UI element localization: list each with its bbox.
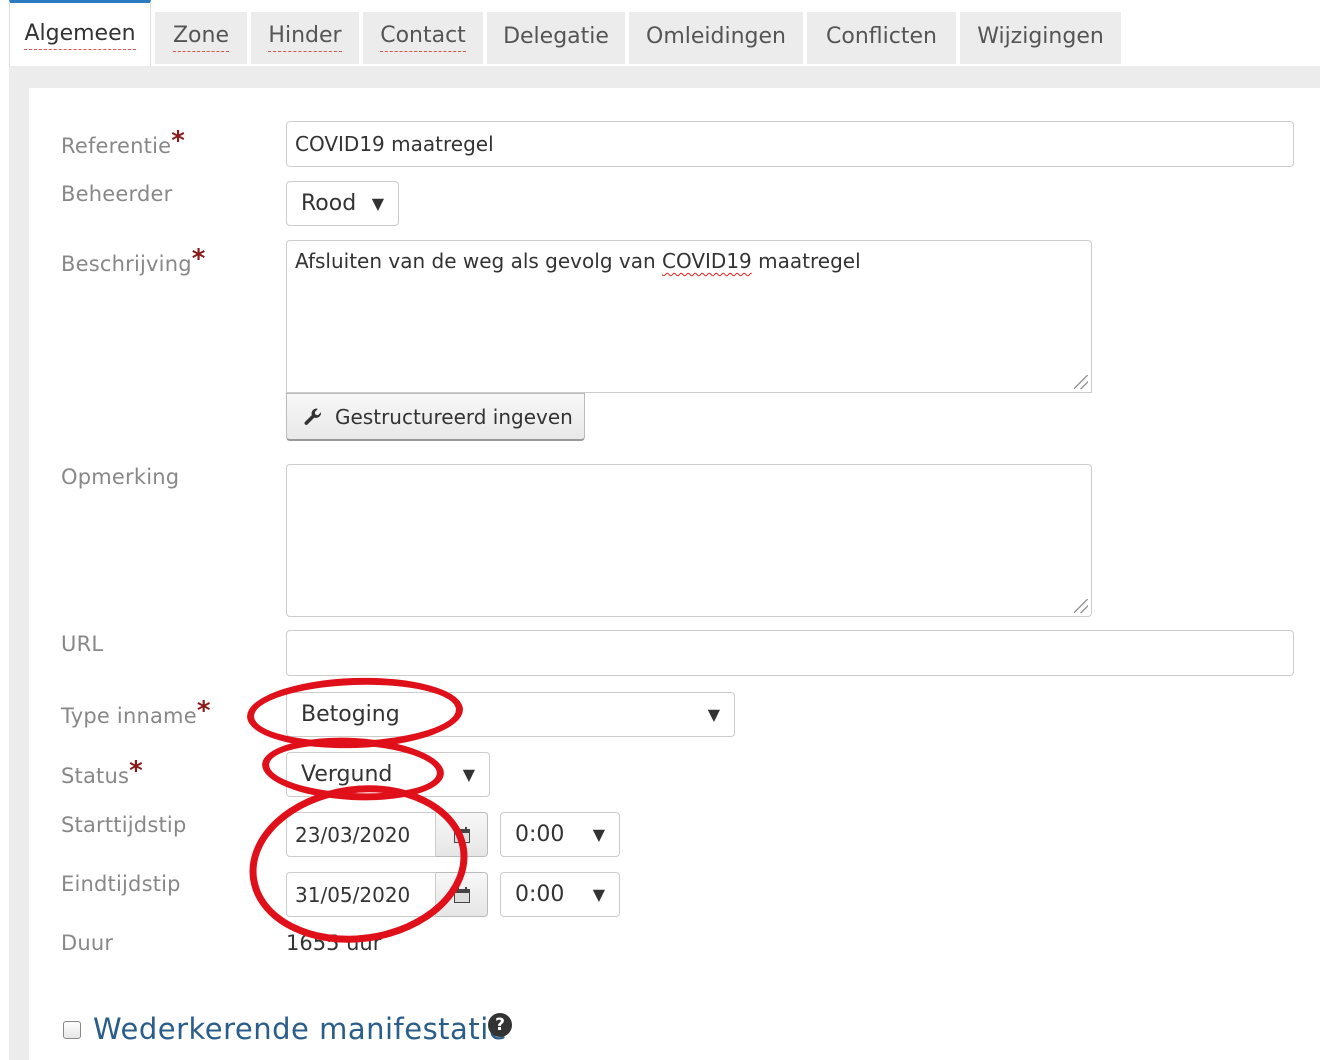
beschrijving-textarea[interactable]: Afsluiten van de weg als gevolg van COVI… <box>286 240 1092 393</box>
referentie-input[interactable]: COVID19 maatregel <box>286 121 1294 167</box>
beschrijving-label: Beschrijving* <box>61 244 206 276</box>
chevron-down-icon: ▼ <box>592 885 605 904</box>
chevron-down-icon: ▼ <box>592 825 605 844</box>
resize-handle-icon[interactable] <box>1074 599 1088 613</box>
resize-handle-icon[interactable] <box>1074 375 1088 389</box>
tab-strip-background <box>9 66 1320 88</box>
required-asterisk: * <box>191 244 206 274</box>
question-circle-icon[interactable]: ? <box>488 1013 512 1037</box>
tab-zone[interactable]: Zone <box>155 12 247 64</box>
chevron-down-icon: ▼ <box>462 765 475 784</box>
wederkerende-checkbox[interactable] <box>63 1021 81 1039</box>
end-time-select[interactable]: 0:00 ▼ <box>500 872 620 917</box>
referentie-label: Referentie* <box>61 126 186 158</box>
tab-contact[interactable]: Contact <box>363 12 483 64</box>
start-calendar-button[interactable] <box>436 812 488 857</box>
end-date-input[interactable]: 31/05/2020 <box>286 872 436 917</box>
tab-delegatie[interactable]: Delegatie <box>487 12 625 64</box>
gestructureerd-ingeven-button[interactable]: Gestructureerd ingeven <box>286 393 585 441</box>
start-time-select[interactable]: 0:00 ▼ <box>500 812 620 857</box>
starttijdstip-label: Starttijdstip <box>61 813 187 837</box>
wederkerende-title: Wederkerende manifestatie <box>93 1012 508 1046</box>
tab-algemeen[interactable]: Algemeen <box>9 0 151 66</box>
beheerder-label: Beheerder <box>61 182 173 206</box>
calendar-icon <box>453 886 470 903</box>
tab-hinder[interactable]: Hinder <box>251 12 359 64</box>
end-calendar-button[interactable] <box>436 872 488 917</box>
type-inname-select[interactable]: Betoging ▼ <box>286 692 735 737</box>
calendar-icon <box>453 826 470 843</box>
duur-label: Duur <box>61 931 114 955</box>
url-label: URL <box>61 632 104 656</box>
opmerking-textarea[interactable] <box>286 464 1092 617</box>
tab-wijzigingen[interactable]: Wijzigingen <box>960 12 1121 64</box>
tab-omleidingen[interactable]: Omleidingen <box>629 12 803 64</box>
panel-left-gutter <box>9 66 29 1060</box>
duur-value: 1655 uur <box>286 931 382 955</box>
required-asterisk: * <box>129 756 143 786</box>
chevron-down-icon: ▼ <box>707 705 720 724</box>
type-inname-label: Type inname* <box>61 696 211 728</box>
tab-conflicten[interactable]: Conflicten <box>807 12 956 64</box>
url-input[interactable] <box>286 630 1294 676</box>
status-label: Status* <box>61 756 143 788</box>
chevron-down-icon: ▼ <box>371 194 384 213</box>
status-select[interactable]: Vergund ▼ <box>286 752 490 797</box>
start-date-input[interactable]: 23/03/2020 <box>286 812 436 857</box>
opmerking-label: Opmerking <box>61 465 180 489</box>
required-asterisk: * <box>171 126 186 156</box>
wrench-icon <box>304 408 322 425</box>
eindtijdstip-label: Eindtijdstip <box>61 872 181 896</box>
beheerder-select[interactable]: Rood ▼ <box>286 181 399 226</box>
required-asterisk: * <box>196 696 211 726</box>
